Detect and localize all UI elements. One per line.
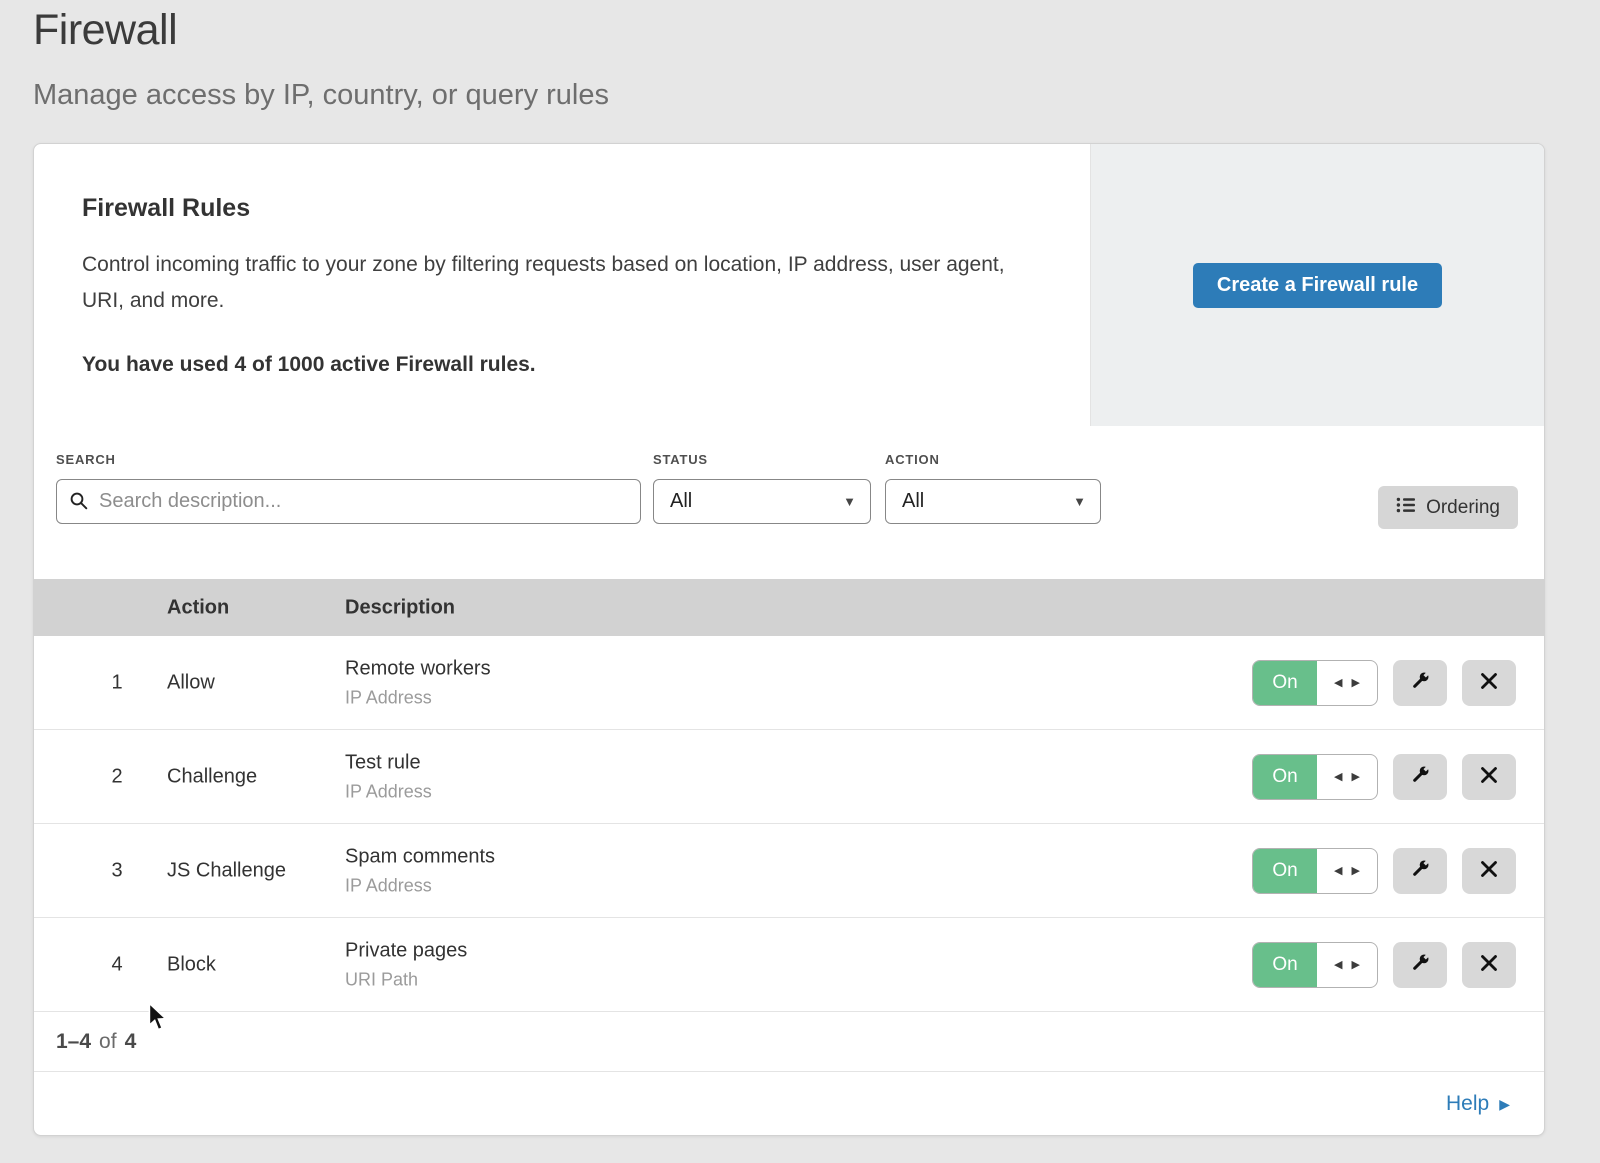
toggle-arrows-icon: ◀ ▶ [1317, 755, 1377, 799]
pagination-total: 4 [125, 1030, 137, 1054]
status-select[interactable]: All ▼ [653, 479, 871, 524]
close-icon [1480, 672, 1498, 693]
search-icon [69, 491, 89, 516]
chevron-down-icon: ▼ [1073, 494, 1086, 509]
rule-description: Remote workers [345, 657, 491, 680]
close-icon [1480, 860, 1498, 881]
rule-priority: 4 [104, 953, 130, 976]
page-subtitle: Manage access by IP, country, or query r… [33, 79, 609, 112]
table-row: 3 JS Challenge Spam comments IP Address … [34, 824, 1544, 918]
rule-enabled-toggle[interactable]: On ◀ ▶ [1252, 754, 1378, 800]
rule-priority: 3 [104, 859, 130, 882]
rule-match-type: IP Address [345, 875, 495, 896]
rule-description: Spam comments [345, 845, 495, 868]
wrench-icon [1408, 857, 1432, 884]
rule-match-type: IP Address [345, 687, 491, 708]
toggle-arrows-icon: ◀ ▶ [1317, 849, 1377, 893]
toggle-on-label: On [1253, 943, 1317, 987]
column-header-action: Action [167, 596, 229, 619]
rule-action: Allow [167, 671, 215, 694]
rule-match-type: IP Address [345, 781, 432, 802]
card-footer: Help ▶ [34, 1072, 1544, 1135]
arrow-right-icon: ▶ [1499, 1096, 1510, 1113]
delete-rule-button[interactable] [1462, 754, 1516, 800]
card-top-section: Firewall Rules Control incoming traffic … [34, 144, 1544, 426]
search-group: SEARCH [56, 452, 641, 524]
rule-controls: On ◀ ▶ [1252, 942, 1516, 988]
search-label: SEARCH [56, 452, 641, 467]
filter-bar: SEARCH STATUS All ▼ ACTION All ▼ [34, 426, 1544, 579]
status-filter-group: STATUS All ▼ [653, 452, 871, 524]
status-label: STATUS [653, 452, 871, 467]
edit-rule-button[interactable] [1393, 848, 1447, 894]
pagination-row: 1–4 of 4 [34, 1012, 1544, 1072]
action-filter-group: ACTION All ▼ [885, 452, 1101, 524]
create-firewall-rule-button[interactable]: Create a Firewall rule [1193, 263, 1442, 308]
status-select-value: All [670, 490, 843, 513]
card-description: Control incoming traffic to your zone by… [82, 247, 1027, 319]
delete-rule-button[interactable] [1462, 942, 1516, 988]
column-header-description: Description [345, 596, 455, 619]
rule-controls: On ◀ ▶ [1252, 754, 1516, 800]
action-select[interactable]: All ▼ [885, 479, 1101, 524]
action-label: ACTION [885, 452, 1101, 467]
rule-action: Challenge [167, 765, 257, 788]
rule-enabled-toggle[interactable]: On ◀ ▶ [1252, 848, 1378, 894]
rule-description-cell: Test rule IP Address [345, 751, 432, 802]
toggle-arrows-icon: ◀ ▶ [1317, 661, 1377, 705]
delete-rule-button[interactable] [1462, 660, 1516, 706]
card-action-panel: Create a Firewall rule [1090, 144, 1544, 426]
toggle-arrows-icon: ◀ ▶ [1317, 943, 1377, 987]
rule-action: JS Challenge [167, 859, 286, 882]
firewall-rules-card: Firewall Rules Control incoming traffic … [33, 143, 1545, 1136]
delete-rule-button[interactable] [1462, 848, 1516, 894]
wrench-icon [1408, 951, 1432, 978]
edit-rule-button[interactable] [1393, 942, 1447, 988]
rules-usage-text: You have used 4 of 1000 active Firewall … [82, 353, 1042, 377]
edit-rule-button[interactable] [1393, 754, 1447, 800]
rule-enabled-toggle[interactable]: On ◀ ▶ [1252, 942, 1378, 988]
rule-action: Block [167, 953, 216, 976]
rule-description: Private pages [345, 939, 467, 962]
rule-priority: 1 [104, 671, 130, 694]
rule-controls: On ◀ ▶ [1252, 660, 1516, 706]
chevron-down-icon: ▼ [843, 494, 856, 509]
card-heading: Firewall Rules [82, 194, 1042, 223]
close-icon [1480, 954, 1498, 975]
page-title: Firewall [33, 6, 609, 55]
table-row: 1 Allow Remote workers IP Address On ◀ ▶ [34, 636, 1544, 730]
rule-controls: On ◀ ▶ [1252, 848, 1516, 894]
page-header: Firewall Manage access by IP, country, o… [33, 6, 609, 112]
wrench-icon [1408, 763, 1432, 790]
card-info: Firewall Rules Control incoming traffic … [34, 144, 1090, 426]
table-row: 2 Challenge Test rule IP Address On ◀ ▶ [34, 730, 1544, 824]
table-header: Action Description [34, 579, 1544, 636]
search-input[interactable] [56, 479, 641, 524]
close-icon [1480, 766, 1498, 787]
rule-priority: 2 [104, 765, 130, 788]
toggle-on-label: On [1253, 661, 1317, 705]
rule-enabled-toggle[interactable]: On ◀ ▶ [1252, 660, 1378, 706]
pagination-range: 1–4 [56, 1030, 91, 1054]
ordering-button[interactable]: Ordering [1378, 486, 1518, 529]
table-row: 4 Block Private pages URI Path On ◀ ▶ [34, 918, 1544, 1012]
rule-description: Test rule [345, 751, 432, 774]
wrench-icon [1408, 669, 1432, 696]
toggle-on-label: On [1253, 755, 1317, 799]
help-link[interactable]: Help ▶ [1446, 1092, 1510, 1116]
rule-description-cell: Remote workers IP Address [345, 657, 491, 708]
rule-description-cell: Private pages URI Path [345, 939, 467, 990]
rule-description-cell: Spam comments IP Address [345, 845, 495, 896]
ordering-list-icon [1396, 496, 1416, 520]
rule-match-type: URI Path [345, 969, 467, 990]
ordering-button-label: Ordering [1426, 497, 1500, 519]
help-link-label: Help [1446, 1092, 1489, 1116]
pagination-of: of [99, 1030, 117, 1054]
action-select-value: All [902, 490, 1073, 513]
toggle-on-label: On [1253, 849, 1317, 893]
edit-rule-button[interactable] [1393, 660, 1447, 706]
